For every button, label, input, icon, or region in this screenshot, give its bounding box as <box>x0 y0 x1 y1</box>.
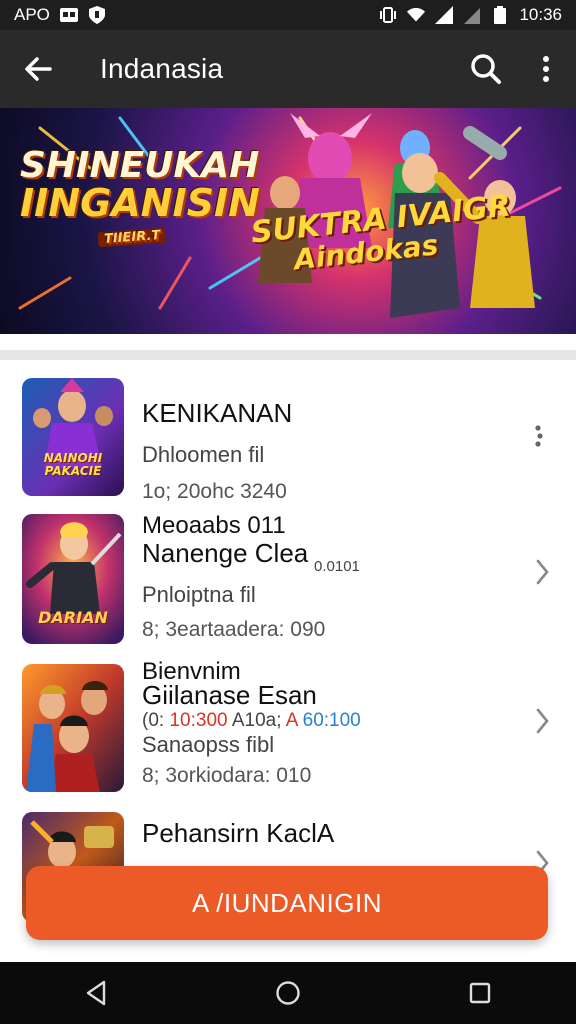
game-subtitle: Sanaopss fibl <box>142 732 275 757</box>
vibrate-icon <box>379 6 397 24</box>
divider <box>0 350 576 360</box>
nav-back-button[interactable] <box>66 963 126 1023</box>
more-vert-icon <box>535 425 543 447</box>
nav-recents-button[interactable] <box>450 963 510 1023</box>
game-price-line: (0: 10:300 A10a; A 60:100 <box>142 710 361 732</box>
recents-square-icon <box>469 982 491 1004</box>
game-title: Pehansirn KaclA <box>142 818 335 848</box>
game-thumbnail: NAINOHI PAKACIE <box>22 378 124 496</box>
game-title: KENIKANAN <box>142 398 293 428</box>
clock: 10:36 <box>519 5 562 24</box>
game-thumbnail <box>22 664 124 792</box>
price-prefix: (0: <box>142 710 165 731</box>
primary-action-label: A /IUNDANIGIN <box>192 887 382 918</box>
item-chevron-button[interactable] <box>532 557 552 587</box>
primary-action-button[interactable]: A /IUNDANIGIN <box>26 866 548 940</box>
status-bar: APO 10:36 <box>0 0 576 30</box>
back-triangle-icon <box>86 980 106 1006</box>
thumb-label: NAINOHI PAKACIE <box>43 451 103 478</box>
back-button[interactable] <box>0 30 76 108</box>
game-subtitle: Pnloiptna fil <box>142 582 256 607</box>
game-title-2: Nanenge Clea <box>142 538 309 568</box>
chevron-right-icon <box>536 559 549 585</box>
game-subtitle: Dhloomen fil <box>142 442 265 467</box>
item-chevron-button[interactable] <box>532 706 552 736</box>
price-blue: 60:100 <box>302 710 361 731</box>
banner-tag: TIIEIR.T <box>97 227 167 248</box>
price-mid: A10a; <box>231 710 282 731</box>
shield-icon <box>88 6 106 24</box>
home-circle-icon <box>276 981 300 1005</box>
signal-icon-2 <box>463 6 481 24</box>
search-button[interactable] <box>456 30 516 108</box>
game-thumbnail: DARIAN <box>22 514 124 644</box>
banner-title-line2: IINGANISIN <box>20 181 260 225</box>
game-meta: 8; 3orkiodara: 010 <box>142 764 312 787</box>
game-title-2: Giilanase Esan <box>142 680 317 710</box>
game-meta: 1o; 20ohc 3240 <box>142 480 287 503</box>
game-title: Meoaabs 011 <box>142 512 286 539</box>
thumb-label: DARIAN <box>38 608 108 627</box>
message-icon <box>59 6 78 24</box>
page-title: Indanasia <box>100 53 224 84</box>
search-icon <box>471 54 501 84</box>
nav-home-button[interactable] <box>258 963 318 1023</box>
item-more-button[interactable] <box>528 422 548 452</box>
game-extra: 0.0101 <box>314 558 360 575</box>
chevron-right-icon <box>536 708 549 734</box>
price-red: 10:300 <box>169 710 228 731</box>
price-red-2: A <box>285 710 298 731</box>
banner-title: SHINEUKAH IINGANISIN TIIEIR.T <box>20 145 260 248</box>
back-arrow-icon <box>25 57 52 81</box>
battery-icon <box>491 6 509 24</box>
wifi-icon <box>407 6 426 24</box>
app-bar: Indanasia <box>0 30 576 108</box>
list-item[interactable]: DARIAN Meoaabs 011 Nanenge Clea 0.0101 P… <box>0 510 576 650</box>
game-meta: 8; 3eartaadera: 090 <box>142 618 326 641</box>
system-nav-bar <box>0 962 576 1024</box>
banner-title-line1: SHINEUKAH <box>20 145 260 186</box>
hero-banner[interactable]: SHINEUKAH IINGANISIN TIIEIR.T SUKTRA IVA… <box>0 108 576 334</box>
more-vert-icon <box>543 56 549 82</box>
signal-icon <box>435 6 454 24</box>
carrier-label: APO <box>14 5 50 24</box>
list-item[interactable]: NAINOHI PAKACIE KENIKANAN Dhloomen fil 1… <box>0 374 576 504</box>
overflow-menu-button[interactable] <box>516 30 576 108</box>
list-item[interactable]: Bienvnim Giilanase Esan (0: 10:300 A10a;… <box>0 658 576 798</box>
